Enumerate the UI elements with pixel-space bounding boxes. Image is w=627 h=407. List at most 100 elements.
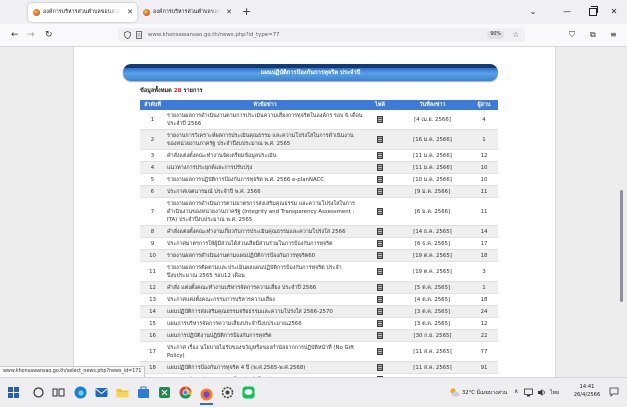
file-download-cell[interactable] (365, 342, 395, 361)
news-title-link[interactable]: ประกาศ เรื่อง นโยบายไม่รับของขวัญหรือของ… (165, 342, 365, 361)
row-number: 16 (149, 332, 156, 339)
tab-active[interactable]: องค์การบริหารส่วนตำบลขอนสวรรค์ ✕ (28, 3, 137, 22)
file-download-cell[interactable] (365, 306, 395, 317)
search-icon[interactable] (32, 386, 45, 399)
news-title-link[interactable]: แผนปฏิบัติการส่งเสริมคุณธรรมจริยธรรมและค… (165, 306, 365, 317)
menu-icon[interactable]: ≡ (610, 24, 617, 46)
file-icon[interactable] (377, 152, 383, 159)
chevron-up-icon[interactable]: ∧ (514, 388, 518, 395)
file-download-cell[interactable] (365, 250, 395, 261)
news-title-link[interactable]: แผนการปฏิบัติงานปฏิบัติการป้องกันการทุจร… (165, 330, 365, 341)
file-icon[interactable] (377, 164, 383, 171)
zoom-level-button[interactable]: 90% (487, 31, 504, 39)
store-icon[interactable] (137, 386, 150, 399)
tab-close-icon[interactable]: ✕ (127, 3, 133, 22)
news-title-link[interactable]: แผนการบริหารจัดการความเสี่ยงประจำปีงบประ… (165, 318, 365, 329)
file-download-cell[interactable] (365, 130, 395, 149)
weather-text[interactable]: 32°C มีเมฆบางส่วน (462, 389, 507, 397)
edge-icon[interactable] (74, 386, 87, 399)
page-info-icon[interactable] (136, 31, 142, 39)
file-download-cell[interactable] (365, 226, 395, 237)
restore-icon[interactable] (589, 6, 598, 16)
back-icon[interactable]: ← (11, 24, 19, 46)
firefox-taskbar-button[interactable] (200, 386, 213, 405)
url-text[interactable]: www.khonsawansao.go.th/news.php?id_type=… (148, 28, 279, 42)
shield-icon[interactable] (124, 31, 131, 39)
news-title-link[interactable]: ประกาศแต่งตั้งคณะกรรมการบริหารความเสี่ยง (165, 294, 365, 305)
firefox-icon[interactable] (200, 388, 213, 401)
file-download-cell[interactable] (365, 330, 395, 341)
news-title-link[interactable]: คำสั่ง แต่งตั้งคณะทำงานบริหารจัดการความเ… (165, 282, 365, 293)
address-bar[interactable]: www.khonsawansao.go.th/news.php?id_type=… (118, 28, 525, 42)
file-icon[interactable] (377, 364, 383, 371)
file-icon[interactable] (377, 116, 383, 123)
file-download-cell[interactable] (365, 238, 395, 249)
notification-icon[interactable] (609, 387, 619, 397)
reload-icon[interactable]: ↻ (45, 24, 53, 46)
file-download-cell[interactable] (365, 110, 395, 129)
settings-icon[interactable] (221, 386, 234, 399)
system-clock[interactable]: 14:41 26/4/2566 (566, 383, 608, 399)
windows-start-icon[interactable] (7, 386, 20, 399)
excel-icon[interactable] (158, 386, 171, 399)
file-icon[interactable] (377, 252, 383, 259)
file-icon[interactable] (377, 176, 383, 183)
news-title-link[interactable]: ประกาศเจตนารมณ์ ประจำปี พ.ศ. 2566 (165, 186, 365, 197)
weather-icon[interactable] (449, 387, 460, 398)
news-title-link[interactable]: รายงานผลการดำเนินการตามมาตรการส่งเสริมคุ… (165, 198, 365, 225)
speaker-icon[interactable] (537, 388, 546, 397)
file-icon[interactable] (377, 332, 383, 339)
file-download-cell[interactable] (365, 186, 395, 197)
news-title-link[interactable]: ประกาศมาตรการให้ผู้มีส่วนได้ส่วนเสียมีส่… (165, 238, 365, 249)
news-title-link[interactable]: แนวทางการประยุกต์และการปรับปรุง (165, 162, 365, 173)
tab-inactive[interactable]: องค์การบริหารส่วนตำบลขอนสวรรค์ ✕ (138, 3, 236, 22)
news-title-link[interactable]: รายงานการวิเคราะห์ผลการประเมินคุณธรรม แล… (165, 130, 365, 149)
news-title-link[interactable]: แผนปฏิบัติการป้องกันการทุจริต 4 ปี (พ.ศ.… (165, 362, 365, 373)
chrome-icon[interactable] (179, 386, 192, 399)
minimize-icon[interactable]: — (560, 0, 574, 24)
page-scrollbar[interactable] (619, 47, 624, 377)
news-title-link[interactable]: รายงานผลการปฏิบัติการป้องกันการทุจริต พ.… (165, 174, 365, 185)
news-title-link[interactable]: รายงานผลการติดตามและประเมินผลแผนปฏิบัติก… (165, 262, 365, 281)
file-icon[interactable] (377, 308, 383, 315)
input-language-indicator[interactable]: ไทย (550, 389, 559, 397)
file-download-cell[interactable] (365, 318, 395, 329)
news-title-link[interactable]: รายงานผลการดำเนินงานตามการประเมินความเสี… (165, 110, 365, 129)
list-tabs-icon[interactable]: ⌄ (526, 0, 540, 24)
table-row: 10 รายงานผลการดำเนินงานตามแผนปฏิบัติการป้… (140, 250, 498, 262)
file-download-cell[interactable] (365, 174, 395, 185)
file-icon[interactable] (377, 320, 383, 327)
file-icon[interactable] (377, 136, 383, 143)
file-download-cell[interactable] (365, 262, 395, 281)
file-download-cell[interactable] (365, 294, 395, 305)
file-icon[interactable] (377, 208, 383, 215)
file-icon[interactable] (377, 348, 383, 355)
file-download-cell[interactable] (365, 198, 395, 225)
news-title-link[interactable]: คำสั่งแต่งตั้งคณะทำงานจัดเตรียมข้อมูลประ… (165, 150, 365, 161)
line-icon[interactable] (242, 386, 255, 399)
file-download-cell[interactable] (365, 162, 395, 173)
news-title-link[interactable]: คำสั่งแต่งตั้งคณะทำงานเกี่ยวกับการประเมิ… (165, 226, 365, 237)
new-tab-icon[interactable]: + (242, 3, 251, 21)
mail-icon[interactable] (95, 386, 108, 399)
extensions-icon[interactable]: ⧉ (590, 24, 596, 46)
forward-icon[interactable]: → (27, 24, 35, 46)
file-icon[interactable] (377, 268, 383, 275)
scrollbar-thumb[interactable] (620, 190, 623, 302)
file-download-cell[interactable] (365, 282, 395, 293)
file-icon[interactable] (377, 240, 383, 247)
tab-close-icon[interactable]: ✕ (226, 3, 232, 22)
task-view-icon[interactable] (52, 386, 65, 399)
star-icon[interactable]: ☆ (513, 28, 519, 42)
file-icon[interactable] (377, 284, 383, 291)
file-explorer-icon[interactable] (116, 386, 129, 399)
file-download-cell[interactable] (365, 150, 395, 161)
file-download-cell[interactable] (365, 362, 395, 373)
file-icon[interactable] (377, 228, 383, 235)
file-icon[interactable] (377, 188, 383, 195)
close-window-icon[interactable]: ✕ (607, 0, 621, 24)
pocket-icon[interactable]: ⛉ (569, 24, 575, 46)
file-icon[interactable] (377, 296, 383, 303)
network-icon[interactable] (524, 388, 533, 397)
news-title-link[interactable]: รายงานผลการดำเนินงานตามแผนปฏิบัติการป้อง… (165, 250, 365, 261)
